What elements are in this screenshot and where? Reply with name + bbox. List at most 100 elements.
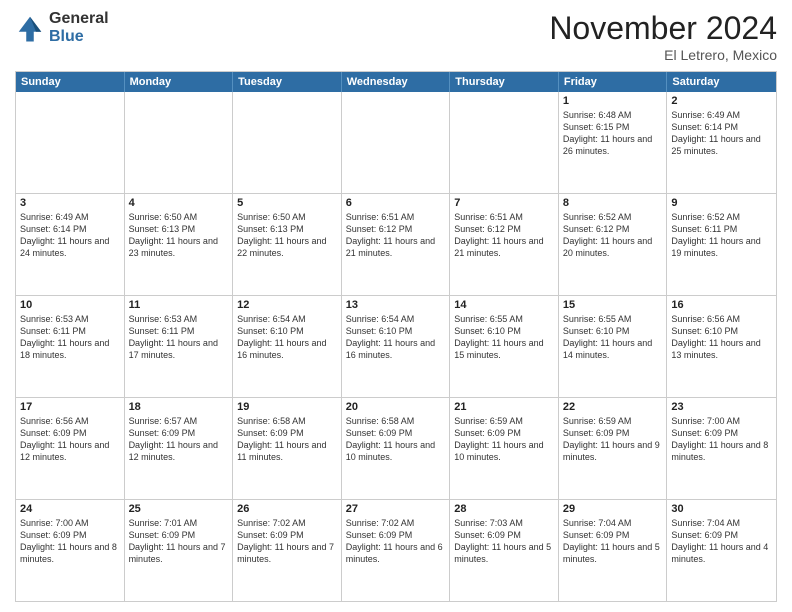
calendar-cell: 17Sunrise: 6:56 AM Sunset: 6:09 PM Dayli… bbox=[16, 398, 125, 499]
day-header-thursday: Thursday bbox=[450, 72, 559, 92]
day-number: 21 bbox=[454, 401, 554, 413]
calendar-cell: 28 Sunrise: 7:03 AM Sunset: 6:09 PM Dayli… bbox=[450, 500, 559, 601]
calendar-cell: 14Sunrise: 6:55 AM Sunset: 6:10 PM Dayli… bbox=[450, 296, 559, 397]
header: General Blue November 2024 El Letrero, M… bbox=[15, 10, 777, 63]
day-number: 14 bbox=[454, 299, 554, 311]
cell-info: Sunrise: 6:58 AM Sunset: 6:09 PM Dayligh… bbox=[237, 415, 337, 464]
day-number: 18 bbox=[129, 401, 229, 413]
calendar-cell: 13 Sunrise: 6:54 AM Sunset: 6:10 PM Dayli… bbox=[342, 296, 451, 397]
calendar-cell bbox=[125, 92, 234, 193]
calendar-row: 10 Sunrise: 6:53 AM Sunset: 6:11 PM Dayli… bbox=[16, 295, 776, 397]
day-number: 9 bbox=[671, 197, 772, 209]
day-number: 5 bbox=[237, 197, 337, 209]
calendar-cell: 8Sunrise: 6:52 AM Sunset: 6:12 PM Daylig… bbox=[559, 194, 668, 295]
logo-icon bbox=[15, 13, 45, 43]
calendar: SundayMondayTuesdayWednesdayThursdayFrid… bbox=[15, 71, 777, 602]
calendar-cell: 30 Sunrise: 7:04 AM Sunset: 6:09 PM Dayli… bbox=[667, 500, 776, 601]
calendar-row: 1Sunrise: 6:48 AM Sunset: 6:15 PM Daylig… bbox=[16, 92, 776, 193]
cell-info: Sunrise: 7:01 AM Sunset: 6:09 PM Dayligh… bbox=[129, 517, 229, 566]
day-number: 15 bbox=[563, 299, 663, 311]
day-number: 20 bbox=[346, 401, 446, 413]
cell-info: Sunrise: 6:52 AM Sunset: 6:11 PM Dayligh… bbox=[671, 211, 772, 260]
calendar-cell: 18 Sunrise: 6:57 AM Sunset: 6:09 PM Dayli… bbox=[125, 398, 234, 499]
cell-info: Sunrise: 6:49 AM Sunset: 6:14 PM Dayligh… bbox=[20, 211, 120, 260]
logo-blue-text: Blue bbox=[49, 28, 109, 46]
day-number: 27 bbox=[346, 503, 446, 515]
title-block: November 2024 El Letrero, Mexico bbox=[549, 10, 777, 63]
calendar-cell bbox=[16, 92, 125, 193]
cell-info: Sunrise: 6:58 AM Sunset: 6:09 PM Dayligh… bbox=[346, 415, 446, 464]
cell-info: Sunrise: 7:02 AM Sunset: 6:09 PM Dayligh… bbox=[346, 517, 446, 566]
calendar-body: 1Sunrise: 6:48 AM Sunset: 6:15 PM Daylig… bbox=[16, 92, 776, 601]
cell-info: Sunrise: 7:00 AM Sunset: 6:09 PM Dayligh… bbox=[20, 517, 120, 566]
day-number: 22 bbox=[563, 401, 663, 413]
calendar-row: 3 Sunrise: 6:49 AM Sunset: 6:14 PM Daylig… bbox=[16, 193, 776, 295]
day-number: 25 bbox=[129, 503, 229, 515]
calendar-cell: 4 Sunrise: 6:50 AM Sunset: 6:13 PM Daylig… bbox=[125, 194, 234, 295]
calendar-cell: 23 Sunrise: 7:00 AM Sunset: 6:09 PM Dayli… bbox=[667, 398, 776, 499]
cell-info: Sunrise: 6:54 AM Sunset: 6:10 PM Dayligh… bbox=[346, 313, 446, 362]
day-header-monday: Monday bbox=[125, 72, 234, 92]
day-number: 30 bbox=[671, 503, 772, 515]
day-number: 4 bbox=[129, 197, 229, 209]
calendar-cell: 22Sunrise: 6:59 AM Sunset: 6:09 PM Dayli… bbox=[559, 398, 668, 499]
calendar-row: 17Sunrise: 6:56 AM Sunset: 6:09 PM Dayli… bbox=[16, 397, 776, 499]
calendar-cell: 10Sunrise: 6:53 AM Sunset: 6:11 PM Dayli… bbox=[16, 296, 125, 397]
cell-info: Sunrise: 6:59 AM Sunset: 6:09 PM Dayligh… bbox=[454, 415, 554, 464]
calendar-cell: 21 Sunrise: 6:59 AM Sunset: 6:09 PM Dayli… bbox=[450, 398, 559, 499]
calendar-cell: 9 Sunrise: 6:52 AM Sunset: 6:11 PM Daylig… bbox=[667, 194, 776, 295]
logo-text: General Blue bbox=[49, 10, 109, 45]
cell-info: Sunrise: 7:04 AM Sunset: 6:09 PM Dayligh… bbox=[563, 517, 663, 566]
day-number: 19 bbox=[237, 401, 337, 413]
day-number: 28 bbox=[454, 503, 554, 515]
day-number: 23 bbox=[671, 401, 772, 413]
day-number: 11 bbox=[129, 299, 229, 311]
day-header-sunday: Sunday bbox=[16, 72, 125, 92]
cell-info: Sunrise: 6:53 AM Sunset: 6:11 PM Dayligh… bbox=[129, 313, 229, 362]
calendar-cell: 19 Sunrise: 6:58 AM Sunset: 6:09 PM Dayli… bbox=[233, 398, 342, 499]
page: General Blue November 2024 El Letrero, M… bbox=[0, 0, 792, 612]
day-header-saturday: Saturday bbox=[667, 72, 776, 92]
cell-info: Sunrise: 6:51 AM Sunset: 6:12 PM Dayligh… bbox=[346, 211, 446, 260]
calendar-cell: 11 Sunrise: 6:53 AM Sunset: 6:11 PM Dayli… bbox=[125, 296, 234, 397]
calendar-cell: 3 Sunrise: 6:49 AM Sunset: 6:14 PM Daylig… bbox=[16, 194, 125, 295]
day-number: 10 bbox=[20, 299, 120, 311]
calendar-cell: 15 Sunrise: 6:55 AM Sunset: 6:10 PM Dayli… bbox=[559, 296, 668, 397]
day-number: 6 bbox=[346, 197, 446, 209]
day-number: 12 bbox=[237, 299, 337, 311]
calendar-cell: 20 Sunrise: 6:58 AM Sunset: 6:09 PM Dayli… bbox=[342, 398, 451, 499]
month-title: November 2024 bbox=[549, 10, 777, 47]
day-number: 8 bbox=[563, 197, 663, 209]
day-header-friday: Friday bbox=[559, 72, 668, 92]
day-number: 3 bbox=[20, 197, 120, 209]
cell-info: Sunrise: 7:03 AM Sunset: 6:09 PM Dayligh… bbox=[454, 517, 554, 566]
day-number: 29 bbox=[563, 503, 663, 515]
calendar-cell: 24 Sunrise: 7:00 AM Sunset: 6:09 PM Dayli… bbox=[16, 500, 125, 601]
calendar-cell: 6 Sunrise: 6:51 AM Sunset: 6:12 PM Daylig… bbox=[342, 194, 451, 295]
calendar-row: 24 Sunrise: 7:00 AM Sunset: 6:09 PM Dayli… bbox=[16, 499, 776, 601]
cell-info: Sunrise: 6:50 AM Sunset: 6:13 PM Dayligh… bbox=[129, 211, 229, 260]
cell-info: Sunrise: 6:50 AM Sunset: 6:13 PM Dayligh… bbox=[237, 211, 337, 260]
cell-info: Sunrise: 6:57 AM Sunset: 6:09 PM Dayligh… bbox=[129, 415, 229, 464]
cell-info: Sunrise: 6:49 AM Sunset: 6:14 PM Dayligh… bbox=[671, 109, 772, 158]
calendar-cell: 25 Sunrise: 7:01 AM Sunset: 6:09 PM Dayli… bbox=[125, 500, 234, 601]
cell-info: Sunrise: 6:55 AM Sunset: 6:10 PM Dayligh… bbox=[563, 313, 663, 362]
calendar-cell bbox=[342, 92, 451, 193]
cell-info: Sunrise: 7:02 AM Sunset: 6:09 PM Dayligh… bbox=[237, 517, 337, 566]
calendar-cell bbox=[233, 92, 342, 193]
cell-info: Sunrise: 7:04 AM Sunset: 6:09 PM Dayligh… bbox=[671, 517, 772, 566]
day-header-wednesday: Wednesday bbox=[342, 72, 451, 92]
logo-general-text: General bbox=[49, 10, 109, 28]
day-number: 16 bbox=[671, 299, 772, 311]
calendar-cell: 29 Sunrise: 7:04 AM Sunset: 6:09 PM Dayli… bbox=[559, 500, 668, 601]
cell-info: Sunrise: 7:00 AM Sunset: 6:09 PM Dayligh… bbox=[671, 415, 772, 464]
location: El Letrero, Mexico bbox=[549, 47, 777, 63]
calendar-cell: 26Sunrise: 7:02 AM Sunset: 6:09 PM Dayli… bbox=[233, 500, 342, 601]
day-number: 24 bbox=[20, 503, 120, 515]
cell-info: Sunrise: 6:54 AM Sunset: 6:10 PM Dayligh… bbox=[237, 313, 337, 362]
day-number: 13 bbox=[346, 299, 446, 311]
day-header-tuesday: Tuesday bbox=[233, 72, 342, 92]
calendar-header: SundayMondayTuesdayWednesdayThursdayFrid… bbox=[16, 72, 776, 92]
calendar-cell: 2Sunrise: 6:49 AM Sunset: 6:14 PM Daylig… bbox=[667, 92, 776, 193]
calendar-cell bbox=[450, 92, 559, 193]
